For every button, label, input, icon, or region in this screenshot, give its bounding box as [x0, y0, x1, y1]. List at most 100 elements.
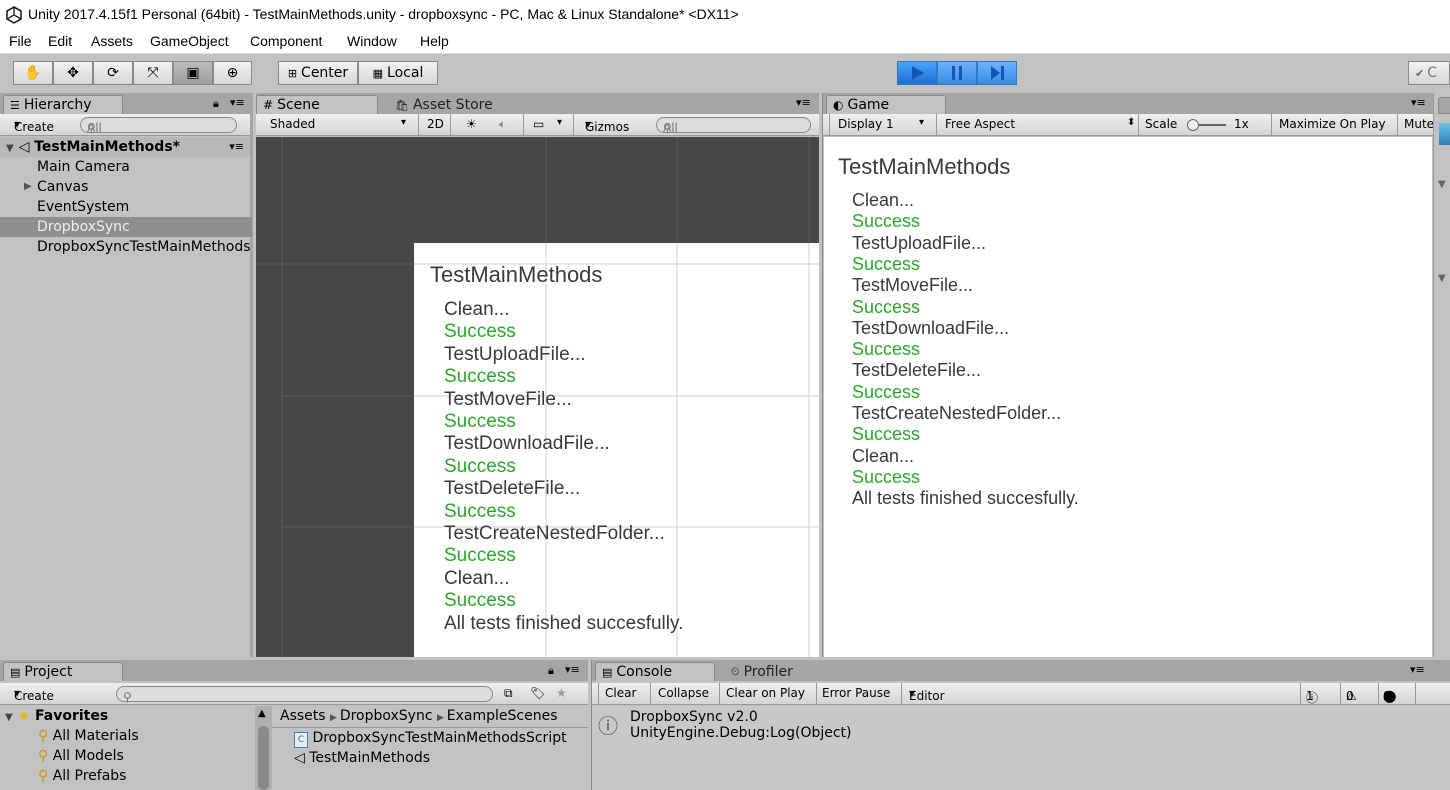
hierarchy-item-dropboxsync[interactable]: DropboxSync [0, 217, 252, 237]
step-icon [991, 66, 1004, 80]
tab-scene[interactable]: # Scene [256, 95, 378, 114]
scene-menu-icon[interactable]: ▾≡ [796, 96, 811, 109]
menu-file[interactable]: File [9, 33, 32, 49]
menu-edit[interactable]: Edit [48, 33, 72, 49]
scene-viewport[interactable]: TestMainMethods Clean... Success TestUploa… [256, 137, 819, 657]
lighting-icon[interactable]: ☀ [466, 117, 477, 131]
tab-project[interactable]: ▤ Project [3, 662, 123, 681]
transform-icon: ⊕ [226, 65, 239, 81]
display-dropdown[interactable]: Display 1 [838, 117, 894, 131]
console-error-count: 0 [1383, 689, 1391, 703]
move-tool-button[interactable]: ✥ [53, 61, 93, 85]
2d-toggle[interactable]: 2D [427, 117, 444, 131]
hierarchy-search-input[interactable]: ⚲ All [80, 117, 237, 135]
menu-component[interactable]: Component [250, 33, 322, 49]
hierarchy-create-button[interactable]: Create ▾ [14, 117, 54, 134]
log-line: TestDeleteFile... [444, 478, 581, 500]
scene-menu-icon[interactable]: ▾≡ [229, 137, 244, 157]
tab-console[interactable]: ▤ Console [595, 662, 715, 681]
scale-slider-handle[interactable] [1187, 119, 1199, 131]
scale-icon: ⤧ [147, 65, 159, 81]
scroll-up-icon[interactable]: ▲ [258, 708, 266, 719]
project-tree-scrollbar[interactable]: ▲ [255, 706, 272, 790]
favorite-all-materials[interactable]: ⚲ All Materials [38, 728, 139, 744]
favorite-all-prefabs[interactable]: ⚲ All Prefabs [38, 768, 126, 784]
favorite-star-icon[interactable]: ★ [556, 686, 567, 700]
game-viewport[interactable]: TestMainMethods Clean... Success TestUploa… [824, 137, 1432, 657]
hierarchy-toolbar: Create ▾ ⚲ All [0, 114, 250, 136]
log-line-success: Success [852, 211, 921, 232]
console-menu-icon[interactable]: ▾≡ [1410, 663, 1425, 676]
lock-icon[interactable]: 🔒︎ [213, 97, 219, 111]
effects-dropdown-arrow-icon[interactable]: ▾ [557, 117, 562, 128]
log-line-success: Success [852, 466, 921, 487]
log-line: TestCreateNestedFolder... [852, 403, 1062, 423]
scene-root-row[interactable]: ▼ ◁ TestMainMethods* ▾≡ [0, 137, 250, 157]
inspector-tab[interactable] [1438, 97, 1450, 114]
filter-type-icon[interactable]: ⧉ [504, 686, 513, 701]
audio-icon[interactable]: 🔈︎ [499, 117, 506, 132]
tab-hierarchy[interactable]: ☰ Hierarchy [3, 95, 123, 114]
tab-game[interactable]: ◐ Game [826, 95, 946, 114]
image-effects-icon[interactable]: ▭ [533, 117, 544, 131]
hierarchy-item-canvas-label: Canvas [37, 179, 89, 195]
hierarchy-item-testmainmethods[interactable]: DropboxSyncTestMainMethods [0, 237, 252, 257]
tab-asset-store[interactable]: 🛍︎ Asset Store [388, 95, 508, 114]
console-clear-on-play-button[interactable]: Clear on Play [726, 686, 805, 700]
tab-profiler[interactable]: ⏲ Profiler [724, 662, 824, 681]
console-log-list: ⓘ DropboxSync v2.0 UnityEngine.Debug:Log… [592, 706, 1450, 790]
inspector-arrow-icon-2: ▼ [1438, 273, 1446, 284]
menu-window[interactable]: Window [347, 33, 397, 49]
search-icon: ⚲ [38, 768, 49, 784]
scale-tool-button[interactable]: ⤧ [133, 61, 173, 85]
gizmos-dropdown[interactable]: Gizmos ▾ [585, 117, 629, 134]
filter-label-icon[interactable]: 🏷︎ [530, 686, 545, 700]
menu-help[interactable]: Help [420, 33, 449, 49]
favorite-all-models[interactable]: ⚲ All Models [38, 748, 124, 764]
panel-menu-icon[interactable]: ▾≡ [565, 663, 580, 676]
file-scene[interactable]: ◁ TestMainMethods [294, 750, 430, 766]
breadcrumb-examplescenes[interactable]: ExampleScenes [447, 708, 558, 724]
breadcrumb-dropboxsync[interactable]: DropboxSync [340, 708, 433, 724]
step-button[interactable] [977, 61, 1017, 85]
console-clear-button[interactable]: Clear [605, 686, 636, 700]
hierarchy-item-eventsystem[interactable]: EventSystem [0, 197, 252, 217]
hierarchy-item-main-camera[interactable]: Main Camera [0, 157, 252, 177]
menu-assets[interactable]: Assets [91, 33, 133, 49]
pivot-center-button[interactable]: ⊞ Center [278, 61, 358, 85]
console-panel: ▤ Console ⏲ Profiler ▾≡ Clear Collapse C… [591, 660, 1450, 790]
lock-icon[interactable]: 🔒︎ [548, 664, 554, 678]
pause-button[interactable] [937, 61, 977, 85]
game-menu-icon[interactable]: ▾≡ [1411, 96, 1426, 109]
scene-search-input[interactable]: ⚲ All [656, 117, 811, 135]
pivot-local-button[interactable]: ▦ Local [358, 61, 438, 85]
console-editor-dropdown[interactable]: Editor ▾ [909, 686, 945, 703]
breadcrumb-arrow-icon: ▶ [437, 713, 447, 723]
project-create-button[interactable]: Create ▾ [14, 686, 54, 703]
console-log-entry[interactable]: ⓘ DropboxSync v2.0 UnityEngine.Debug:Log… [592, 706, 1450, 746]
rotate-tool-button[interactable]: ⟳ [93, 61, 133, 85]
play-button[interactable] [897, 61, 937, 85]
console-error-pause-button[interactable]: Error Pause [822, 686, 890, 700]
console-toolbar: Clear Collapse Clear on Play Error Pause… [592, 683, 1450, 705]
window-title: Unity 2017.4.15f1 Personal (64bit) - Tes… [28, 6, 739, 22]
file-script[interactable]: C DropboxSyncTestMainMethodsScript [294, 730, 567, 748]
favorites-row[interactable]: ▼ ★ Favorites [5, 708, 108, 724]
hierarchy-tabbar: ☰ Hierarchy 🔒︎ ▾≡ [0, 93, 253, 114]
shading-dropdown[interactable]: Shaded [270, 117, 315, 131]
panel-menu-icon[interactable]: ▾≡ [230, 96, 245, 109]
collab-button[interactable]: ✔ C [1408, 61, 1450, 85]
aspect-dropdown[interactable]: Free Aspect [945, 117, 1015, 131]
scrollbar-thumb[interactable] [258, 726, 269, 790]
hierarchy-item-canvas[interactable]: ▶ Canvas [0, 177, 252, 197]
breadcrumb-assets[interactable]: Assets [280, 708, 326, 724]
console-collapse-button[interactable]: Collapse [658, 686, 709, 700]
rect-tool-button[interactable]: ▣ [173, 61, 213, 85]
maximize-on-play-toggle[interactable]: Maximize On Play [1279, 117, 1386, 131]
mute-audio-toggle[interactable]: Mute [1404, 117, 1434, 131]
transform-tool-button[interactable]: ⊕ [213, 61, 252, 85]
project-search-input[interactable]: ⚲ [116, 686, 493, 704]
hand-tool-button[interactable]: ✋ [13, 61, 53, 85]
menu-gameobject[interactable]: GameObject [150, 33, 229, 49]
log-line: TestDownloadFile... [444, 433, 610, 455]
